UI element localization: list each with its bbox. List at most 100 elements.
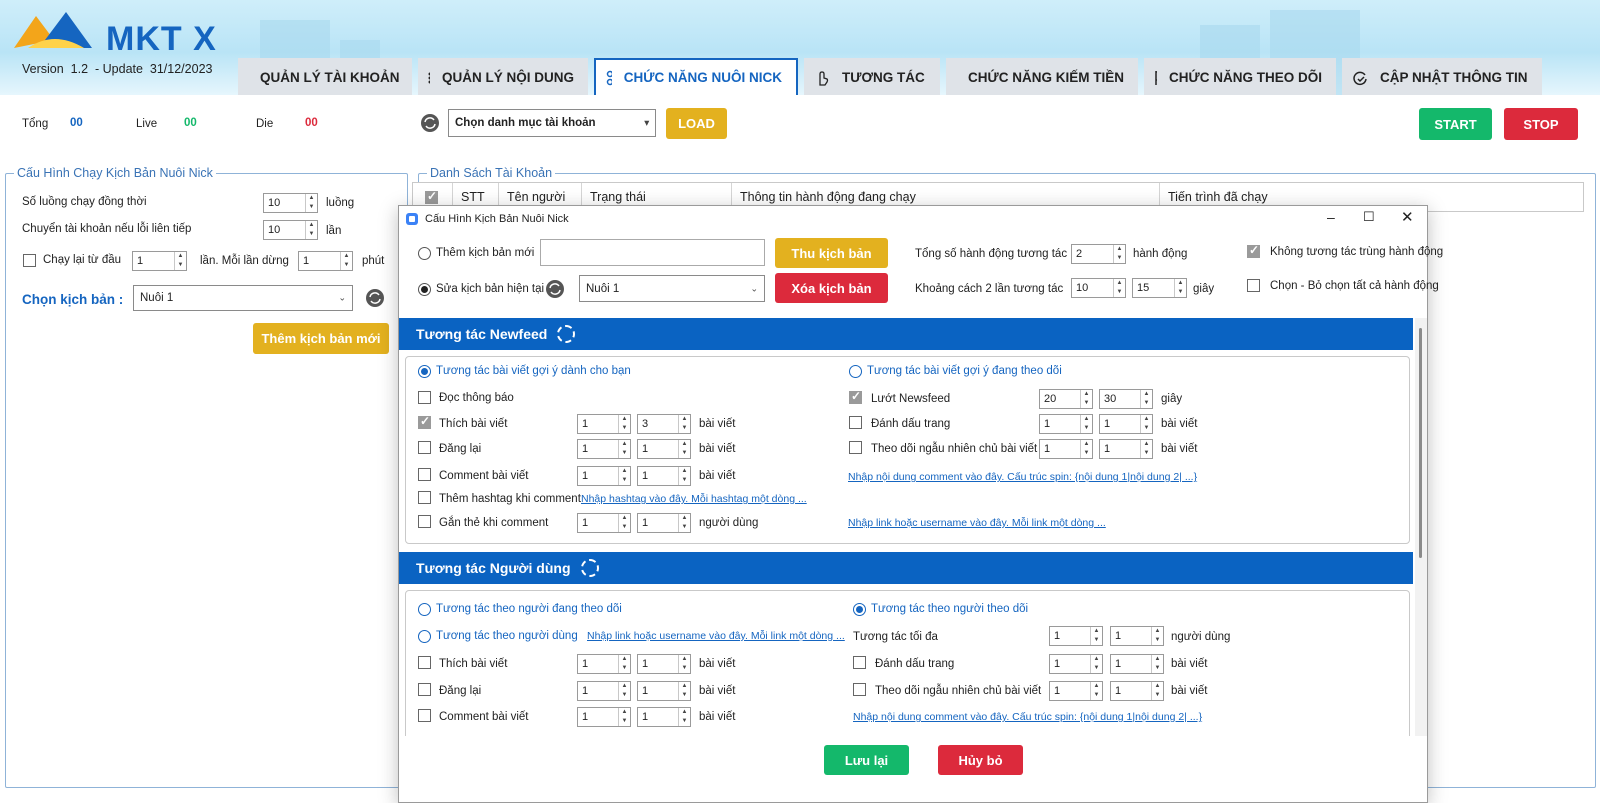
select-all-checkbox[interactable] xyxy=(425,189,438,204)
restart-checkbox[interactable] xyxy=(23,254,36,267)
tab-account-management[interactable]: QUẢN LÝ TÀI KHOẢN xyxy=(238,58,412,95)
user-follow-max-stepper[interactable]: 1 ▲ ▼ xyxy=(1110,681,1164,701)
row-label: Thích bài viết xyxy=(439,658,508,670)
user-comment-checkbox[interactable] xyxy=(418,709,431,722)
user-repost-max-stepper[interactable]: 1 ▲ ▼ xyxy=(637,681,691,701)
user-comment-max-stepper[interactable]: 1 ▲ ▼ xyxy=(637,707,691,727)
delete-script-button[interactable]: Xóa kịch bản xyxy=(775,273,888,303)
collapse-script-button[interactable]: Thu kịch bản xyxy=(775,238,888,268)
close-icon[interactable]: ✕ xyxy=(1401,208,1414,226)
minimize-icon[interactable]: – xyxy=(1327,209,1335,225)
total-actions-stepper[interactable]: 2 ▲ ▼ xyxy=(1071,244,1126,264)
max-max-stepper[interactable]: 1 ▲ ▼ xyxy=(1110,626,1164,646)
stepper-value: 2 xyxy=(1076,248,1083,260)
script-select[interactable]: Nuôi 1 ⌄ xyxy=(133,285,353,311)
user-like-max-stepper[interactable]: 1 ▲ ▼ xyxy=(637,654,691,674)
tag-checkbox[interactable] xyxy=(418,515,431,528)
newfeed-suggested-radio[interactable] xyxy=(418,365,431,378)
switch-stepper[interactable]: 10 ▲ ▼ xyxy=(263,220,318,240)
user-bookmark-max-stepper[interactable]: 1 ▲ ▼ xyxy=(1110,654,1164,674)
user-comment-content-link[interactable]: Nhập nội dung comment vào đây. Cấu trúc … xyxy=(853,711,1202,723)
chevron-down-icon: ▾ xyxy=(644,117,649,128)
comment-max-stepper[interactable]: 1 ▲ ▼ xyxy=(637,466,691,486)
like-min-stepper[interactable]: 1 ▲ ▼ xyxy=(577,414,631,434)
load-button[interactable]: LOAD xyxy=(666,108,727,139)
read-notification-checkbox[interactable] xyxy=(418,391,431,404)
add-script-button[interactable]: Thêm kịch bản mới xyxy=(253,323,389,354)
row-label: Comment bài viết xyxy=(439,470,529,482)
cancel-button[interactable]: Hủy bỏ xyxy=(938,745,1023,775)
comment-content-link[interactable]: Nhập nội dung comment vào đây. Cấu trúc … xyxy=(848,471,1197,483)
repost-min-stepper[interactable]: 1 ▲ ▼ xyxy=(577,439,631,459)
dialog-scroll-area[interactable]: Tương tác Newfeed Tương tác bài viết gợi… xyxy=(399,318,1427,736)
tag-users-link[interactable]: Nhập link hoặc username vào đây. Mỗi lin… xyxy=(848,517,1106,529)
user-follow-author-checkbox[interactable] xyxy=(853,683,866,696)
tab-monetize[interactable]: CHỨC NĂNG KIẾM TIỀN xyxy=(946,58,1138,95)
restart-stepper[interactable]: 1 ▲ ▼ xyxy=(132,251,187,271)
bookmark-checkbox[interactable] xyxy=(849,416,862,429)
newfeed-following-radio[interactable] xyxy=(849,365,862,378)
total-label: Tổng xyxy=(22,118,49,130)
category-select[interactable]: Chọn danh mục tài khoản ▾ xyxy=(448,109,656,137)
dialog-scrollbar[interactable] xyxy=(1415,318,1427,736)
start-button[interactable]: START xyxy=(1419,108,1492,140)
follow-max-stepper[interactable]: 1 ▲ ▼ xyxy=(1099,439,1153,459)
scroll-min-stepper[interactable]: 20 ▲ ▼ xyxy=(1039,389,1093,409)
user-like-checkbox[interactable] xyxy=(418,656,431,669)
interval-min-stepper[interactable]: 10 ▲ ▼ xyxy=(1071,278,1126,298)
hashtag-checkbox[interactable] xyxy=(418,491,431,504)
bookmark-min-stepper[interactable]: 1 ▲ ▼ xyxy=(1039,414,1093,434)
follow-min-stepper[interactable]: 1 ▲ ▼ xyxy=(1039,439,1093,459)
version-number: 1.2 xyxy=(70,62,89,76)
followers-radio[interactable] xyxy=(853,603,866,616)
refresh-icon[interactable] xyxy=(420,113,440,133)
stepper-value: 1 xyxy=(1054,658,1061,670)
user-repost-checkbox[interactable] xyxy=(418,683,431,696)
save-button[interactable]: Lưu lại xyxy=(824,745,909,775)
bookmark-max-stepper[interactable]: 1 ▲ ▼ xyxy=(1099,414,1153,434)
tab-interaction[interactable]: TƯƠNG TÁC xyxy=(804,58,940,95)
user-comment-min-stepper[interactable]: 1 ▲ ▼ xyxy=(577,707,631,727)
restart-wait-stepper[interactable]: 1 ▲ ▼ xyxy=(298,251,353,271)
new-script-radio[interactable] xyxy=(418,247,431,260)
scroll-newsfeed-checkbox[interactable] xyxy=(849,389,862,404)
interval-max-stepper[interactable]: 15 ▲ ▼ xyxy=(1132,278,1187,298)
new-script-input[interactable] xyxy=(540,239,765,266)
comment-min-stepper[interactable]: 1 ▲ ▼ xyxy=(577,466,631,486)
refresh-icon[interactable] xyxy=(365,288,385,308)
by-user-radio[interactable] xyxy=(418,630,431,643)
refresh-icon[interactable] xyxy=(545,279,565,299)
user-bookmark-checkbox[interactable] xyxy=(853,656,866,669)
tab-follow[interactable]: CHỨC NĂNG THEO DÕI xyxy=(1144,58,1336,95)
tag-max-stepper[interactable]: 1 ▲ ▼ xyxy=(637,513,691,533)
comment-post-checkbox[interactable] xyxy=(418,468,431,481)
max-min-stepper[interactable]: 1 ▲ ▼ xyxy=(1049,626,1103,646)
stepper-value: 1 xyxy=(582,711,589,723)
select-all-actions-checkbox[interactable] xyxy=(1247,279,1260,292)
user-like-min-stepper[interactable]: 1 ▲ ▼ xyxy=(577,654,631,674)
scroll-max-stepper[interactable]: 30 ▲ ▼ xyxy=(1099,389,1153,409)
tab-nuoi-nick[interactable]: CHỨC NĂNG NUÔI NICK xyxy=(594,58,798,95)
threads-stepper[interactable]: 10 ▲ ▼ xyxy=(263,193,318,213)
edit-script-select[interactable]: Nuôi 1 ⌄ xyxy=(579,275,765,302)
edit-script-radio[interactable] xyxy=(418,283,431,296)
by-user-link[interactable]: Nhập link hoặc username vào đây. Mỗi lin… xyxy=(587,630,845,642)
scrollbar-thumb[interactable] xyxy=(1419,328,1422,558)
hashtag-input-link[interactable]: Nhập hashtag vào đây. Mỗi hashtag một dò… xyxy=(581,493,807,505)
tab-content-management[interactable]: QUẢN LÝ NỘI DUNG xyxy=(418,58,588,95)
follow-author-checkbox[interactable] xyxy=(849,441,862,454)
stop-button[interactable]: STOP xyxy=(1504,108,1578,140)
no-duplicate-checkbox[interactable] xyxy=(1247,243,1260,258)
following-users-radio[interactable] xyxy=(418,603,431,616)
tag-min-stepper[interactable]: 1 ▲ ▼ xyxy=(577,513,631,533)
like-post-checkbox[interactable] xyxy=(418,414,431,429)
like-max-stepper[interactable]: 3 ▲ ▼ xyxy=(637,414,691,434)
user-bookmark-min-stepper[interactable]: 1 ▲ ▼ xyxy=(1049,654,1103,674)
repost-max-stepper[interactable]: 1 ▲ ▼ xyxy=(637,439,691,459)
account-list-legend: Danh Sách Tài Khoản xyxy=(427,166,556,180)
user-repost-min-stepper[interactable]: 1 ▲ ▼ xyxy=(577,681,631,701)
maximize-icon[interactable]: ☐ xyxy=(1363,209,1375,225)
repost-checkbox[interactable] xyxy=(418,441,431,454)
user-follow-min-stepper[interactable]: 1 ▲ ▼ xyxy=(1049,681,1103,701)
tab-update-info[interactable]: CẬP NHẬT THÔNG TIN xyxy=(1342,58,1542,95)
